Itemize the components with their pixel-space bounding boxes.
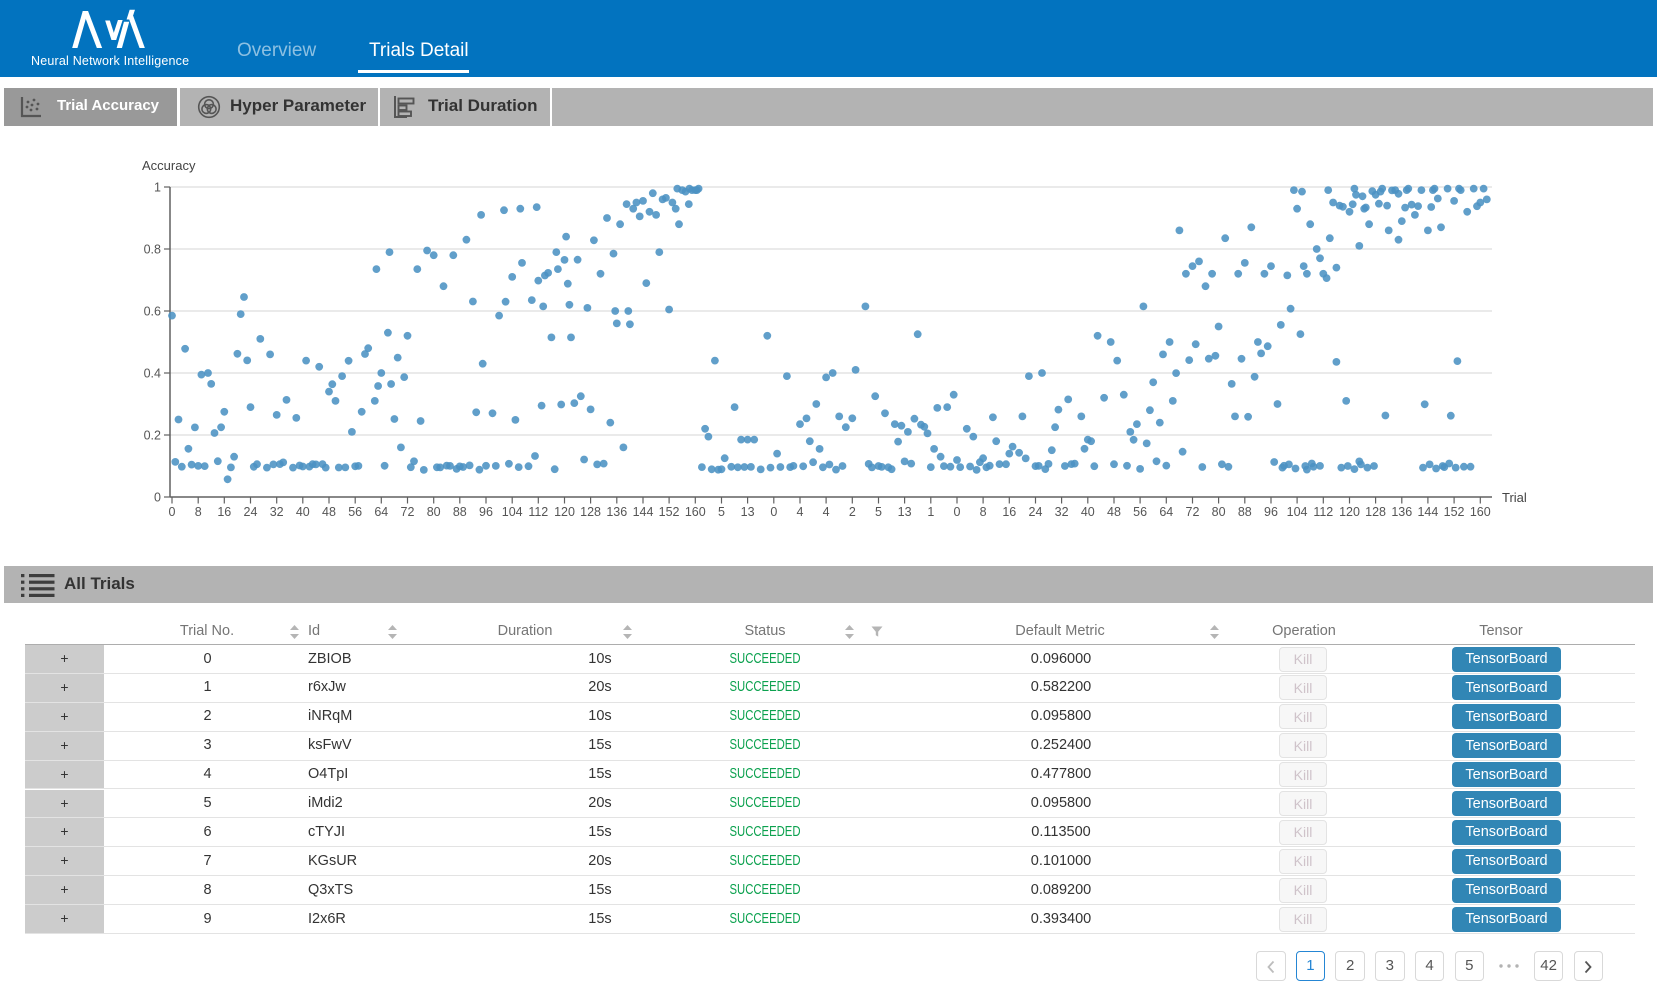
svg-text:24: 24	[1029, 505, 1043, 519]
svg-text:56: 56	[1133, 505, 1147, 519]
svg-text:120: 120	[1339, 505, 1360, 519]
svg-text:40: 40	[1081, 505, 1095, 519]
svg-text:13: 13	[741, 505, 755, 519]
svg-text:104: 104	[1287, 505, 1308, 519]
svg-text:1: 1	[927, 505, 934, 519]
svg-text:0: 0	[169, 505, 176, 519]
svg-text:48: 48	[322, 505, 336, 519]
svg-text:136: 136	[1391, 505, 1412, 519]
svg-text:5: 5	[718, 505, 725, 519]
svg-text:112: 112	[528, 505, 548, 519]
svg-text:160: 160	[685, 505, 706, 519]
svg-text:152: 152	[1444, 505, 1465, 519]
svg-text:5: 5	[875, 505, 882, 519]
svg-text:48: 48	[1107, 505, 1121, 519]
svg-text:128: 128	[580, 505, 601, 519]
svg-text:56: 56	[348, 505, 362, 519]
svg-text:104: 104	[502, 505, 523, 519]
svg-text:Trial: Trial	[1502, 490, 1527, 505]
svg-text:8: 8	[980, 505, 987, 519]
svg-text:0.2: 0.2	[144, 429, 161, 443]
svg-text:112: 112	[1313, 505, 1333, 519]
svg-text:0.8: 0.8	[144, 243, 161, 257]
svg-text:32: 32	[270, 505, 284, 519]
svg-text:16: 16	[217, 505, 231, 519]
svg-text:96: 96	[1264, 505, 1278, 519]
svg-text:88: 88	[1238, 505, 1252, 519]
svg-text:0.4: 0.4	[144, 367, 161, 381]
svg-text:16: 16	[1002, 505, 1016, 519]
svg-text:96: 96	[479, 505, 493, 519]
svg-text:160: 160	[1470, 505, 1491, 519]
svg-text:64: 64	[374, 505, 388, 519]
svg-text:120: 120	[554, 505, 575, 519]
svg-text:136: 136	[606, 505, 627, 519]
svg-text:0: 0	[154, 491, 161, 505]
svg-text:144: 144	[1417, 505, 1438, 519]
svg-text:72: 72	[1186, 505, 1200, 519]
svg-text:13: 13	[898, 505, 912, 519]
svg-text:32: 32	[1055, 505, 1069, 519]
svg-text:Accuracy: Accuracy	[142, 158, 196, 173]
svg-text:0: 0	[770, 505, 777, 519]
svg-text:152: 152	[659, 505, 680, 519]
svg-text:2: 2	[849, 505, 856, 519]
svg-text:1: 1	[154, 181, 161, 195]
svg-text:4: 4	[797, 505, 804, 519]
svg-text:64: 64	[1159, 505, 1173, 519]
svg-text:24: 24	[244, 505, 258, 519]
svg-text:0: 0	[954, 505, 961, 519]
svg-text:144: 144	[633, 505, 654, 519]
svg-text:72: 72	[401, 505, 415, 519]
svg-text:88: 88	[453, 505, 467, 519]
svg-text:40: 40	[296, 505, 310, 519]
svg-text:4: 4	[823, 505, 830, 519]
svg-text:80: 80	[1212, 505, 1226, 519]
svg-text:80: 80	[427, 505, 441, 519]
svg-text:128: 128	[1365, 505, 1386, 519]
svg-text:0.6: 0.6	[144, 305, 161, 319]
svg-text:8: 8	[195, 505, 202, 519]
